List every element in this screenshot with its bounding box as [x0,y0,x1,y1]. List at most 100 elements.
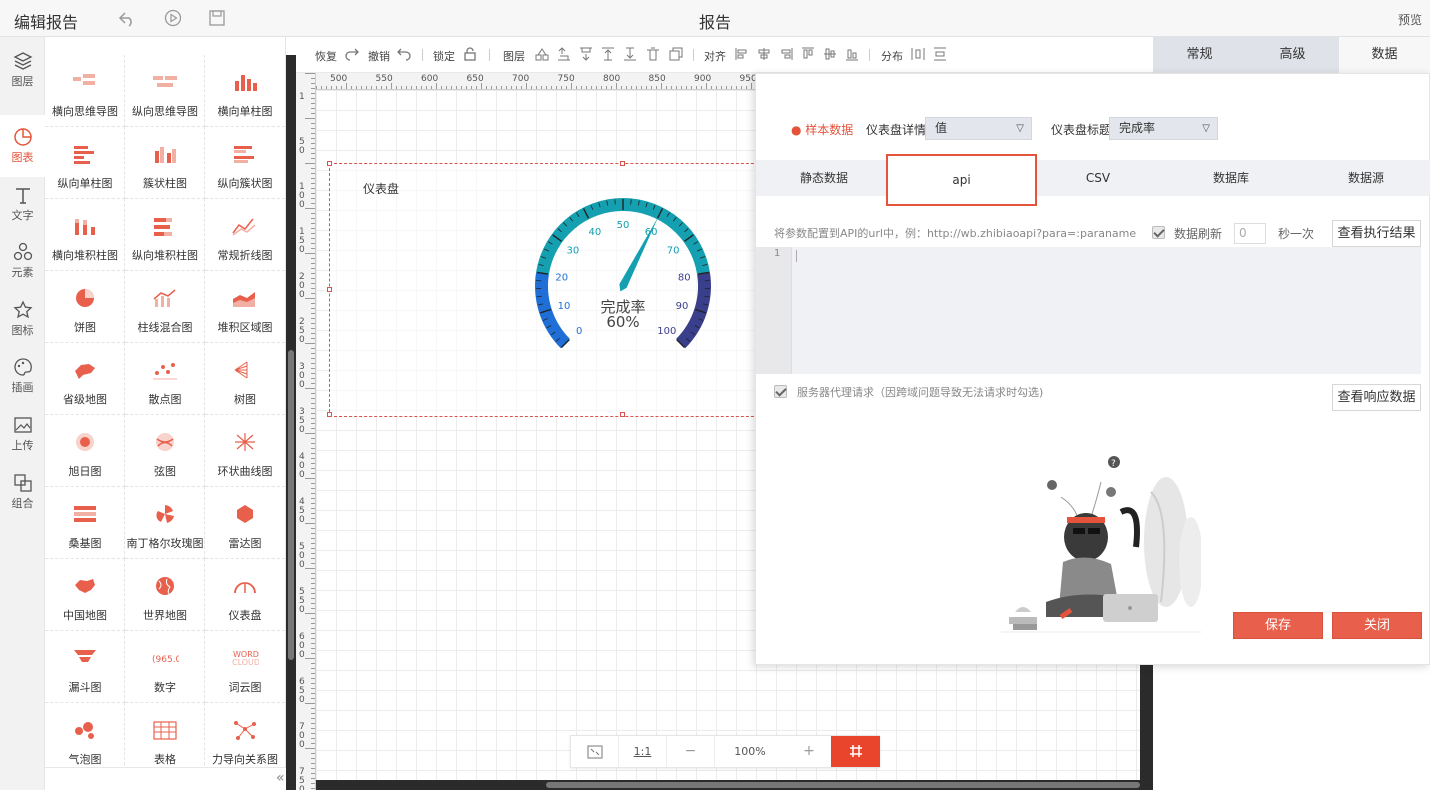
fit-screen-button[interactable] [571,736,619,767]
align-top-icon[interactable] [800,46,816,62]
tab-database[interactable]: 数据库 [1166,160,1296,196]
palette-item[interactable]: 气泡图 [45,703,125,775]
palette-item[interactable]: 饼图 [45,271,125,343]
palette-item[interactable]: 漏斗图 [45,631,125,703]
tab-general[interactable]: 常规 [1153,37,1246,73]
palette-item[interactable]: 横向思维导图 [45,55,125,127]
lock-label[interactable]: 锁定 [433,48,455,64]
canvas-v-scrollbar[interactable] [1140,665,1153,790]
zoom-in-button[interactable]: + [785,736,833,767]
rail-item-text[interactable]: 文字 [0,185,45,243]
undo-label[interactable]: 撤销 [368,48,390,64]
gauge-widget[interactable]: 仪表盘 0102030405060708090100 完成率 60% [327,161,769,417]
palette-item[interactable]: 世界地图 [125,559,205,631]
resize-handle[interactable] [327,161,332,166]
delete-icon[interactable] [645,46,661,62]
tab-advanced[interactable]: 高级 [1246,37,1339,73]
palette-item[interactable]: 弦图 [125,415,205,487]
rail-item-charts[interactable]: 图表 [0,115,45,177]
rail-item-layers[interactable]: 图层 [0,51,45,109]
palette-item[interactable]: 纵向簇状图 [205,127,285,199]
ruler-tick [311,578,315,579]
copy-icon[interactable] [668,46,684,62]
view-exec-result-button[interactable]: 查看执行结果 [1332,220,1421,247]
palette-item[interactable]: 旭日图 [45,415,125,487]
palette-item[interactable]: 横向堆积柱图 [45,199,125,271]
undo-arrow-icon[interactable] [118,9,136,27]
save-button[interactable]: 保存 [1233,612,1323,639]
close-button[interactable]: 关闭 [1332,612,1422,639]
canvas-h-scrollbar[interactable] [316,780,1140,790]
align-right-icon[interactable] [778,46,794,62]
align-left-icon[interactable] [734,46,750,62]
bring-front-icon[interactable] [556,46,572,62]
lock-icon[interactable] [462,46,478,62]
palette-item[interactable]: 纵向单柱图 [45,127,125,199]
tab-datasource[interactable]: 数据源 [1301,160,1430,196]
align-middle-icon[interactable] [822,46,838,62]
tab-data[interactable]: 数据 [1339,37,1430,73]
scrollbar-thumb[interactable] [546,782,1140,788]
refresh-interval-input[interactable]: 0 [1234,223,1266,244]
move-top-icon[interactable] [600,46,616,62]
api-code-editor[interactable]: 1 [756,247,1421,374]
palette-item[interactable]: 常规折线图 [205,199,285,271]
distribute-h-icon[interactable] [910,46,926,62]
send-back-icon[interactable] [578,46,594,62]
play-icon[interactable] [164,9,182,27]
save-disk-icon[interactable] [208,9,226,27]
palette-item[interactable]: 纵向思维导图 [125,55,205,127]
palette-item[interactable]: 中国地图 [45,559,125,631]
palette-item[interactable]: WORD CLOUD 词云图 [205,631,285,703]
preview-link[interactable]: 预览 [1398,11,1422,28]
tab-csv[interactable]: CSV [1038,160,1158,196]
move-bottom-icon[interactable] [622,46,638,62]
proxy-checkbox[interactable] [774,385,787,398]
collapse-double-chevron-icon[interactable]: « [276,770,285,786]
palette-item[interactable]: 桑基图 [45,487,125,559]
palette-item[interactable]: 南丁格尔玫瑰图 [125,487,205,559]
rail-item-upload[interactable]: 上传 [0,415,45,473]
palette-item[interactable]: 雷达图 [205,487,285,559]
sample-data-label[interactable]: ● 样本数据 [791,121,853,138]
title-select[interactable]: 完成率 ▽ [1109,117,1218,140]
palette-item[interactable]: 树图 [205,343,285,415]
redo-label[interactable]: 恢复 [315,48,337,64]
rail-item-illustrations[interactable]: 插画 [0,357,45,415]
resize-handle[interactable] [620,412,625,417]
palette-item[interactable]: 簇状柱图 [125,127,205,199]
palette-scrollbar[interactable] [286,55,296,790]
scrollbar-thumb[interactable] [288,350,294,660]
zoom-out-button[interactable]: − [667,736,715,767]
palette-item[interactable]: (965.0) 数字 [125,631,205,703]
resize-handle[interactable] [620,161,625,166]
actual-size-button[interactable]: 1:1 [619,736,667,767]
palette-item[interactable]: 表格 [125,703,205,775]
palette-item[interactable]: 散点图 [125,343,205,415]
tab-api[interactable]: api [886,154,1037,206]
rail-item-elements[interactable]: 元素 [0,242,45,300]
align-bottom-icon[interactable] [844,46,860,62]
palette-item[interactable]: 力导向关系图 [205,703,285,775]
layer-group-icon[interactable] [534,46,550,62]
palette-item[interactable]: 仪表盘 [205,559,285,631]
palette-item[interactable]: 纵向堆积柱图 [125,199,205,271]
palette-item[interactable]: 堆积区域图 [205,271,285,343]
rail-item-group[interactable]: 组合 [0,473,45,531]
grid-toggle-button[interactable] [831,736,880,767]
palette-item[interactable]: 横向单柱图 [205,55,285,127]
undo-icon[interactable] [396,46,412,62]
tab-static-data[interactable]: 静态数据 [756,160,892,196]
palette-item[interactable]: 省级地图 [45,343,125,415]
rail-item-icons[interactable]: 图标 [0,300,45,358]
palette-item[interactable]: 柱线混合图 [125,271,205,343]
redo-icon[interactable] [344,46,360,62]
distribute-v-icon[interactable] [932,46,948,62]
resize-handle[interactable] [327,412,332,417]
refresh-checkbox[interactable] [1152,226,1165,239]
palette-item[interactable]: 环状曲线图 [205,415,285,487]
resize-handle[interactable] [327,287,332,292]
align-center-h-icon[interactable] [756,46,772,62]
detail-select[interactable]: 值 ▽ [925,117,1032,140]
view-response-button[interactable]: 查看响应数据 [1332,384,1421,411]
